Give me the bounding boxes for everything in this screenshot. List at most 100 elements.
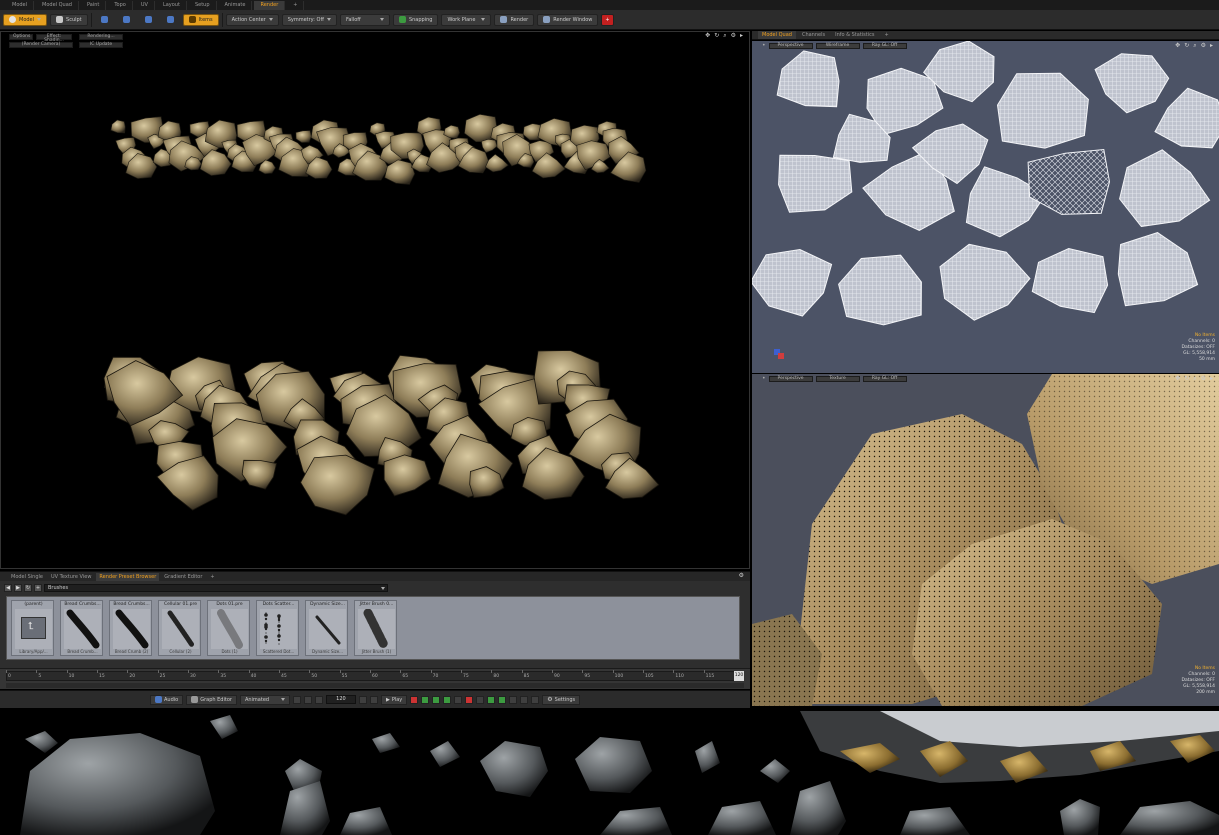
key-icon[interactable] — [531, 695, 540, 704]
viewport-menu-icon[interactable]: • — [762, 375, 766, 382]
right-tab-info-statistics[interactable]: Info & Statistics — [831, 31, 878, 39]
previous-key-icon[interactable] — [303, 695, 312, 704]
right-tab-channels[interactable]: Channels — [798, 31, 829, 39]
render-viewport[interactable]: Options Effect: Shadin... Rendering... (… — [0, 31, 750, 569]
bottom-tab-model-single[interactable]: Model Single — [8, 573, 46, 581]
audio-button[interactable]: Audio — [150, 694, 184, 705]
key-icon[interactable] — [487, 695, 496, 704]
layout-tab-model-quad[interactable]: Model Quad — [36, 0, 79, 10]
work-plane-dropdown[interactable]: Work Plane — [441, 13, 492, 26]
play-button[interactable]: ▶ Play — [380, 694, 408, 705]
rotate-view-icon[interactable]: ↻ — [1184, 42, 1189, 50]
layout-tab-uv[interactable]: UV — [135, 0, 155, 10]
zoom-view-icon[interactable]: ⌕ — [1193, 375, 1196, 383]
layout-tab-model[interactable]: Model — [6, 0, 35, 10]
current-frame-field[interactable]: 120 — [325, 695, 356, 704]
action-center-dropdown[interactable]: Action Center — [225, 13, 279, 26]
layout-tab-setup[interactable]: Setup — [189, 0, 217, 10]
sculpt-mode-button[interactable]: Sculpt — [50, 13, 88, 26]
key-icon[interactable] — [454, 695, 463, 704]
preset-item[interactable]: Dots Scatter... Scattered Dot... — [256, 600, 299, 656]
layout-tab-paint[interactable]: Paint — [81, 0, 107, 10]
refresh-button[interactable]: ↻ — [24, 583, 32, 592]
vertices-select-button[interactable] — [95, 14, 114, 26]
preset-parent-folder[interactable]: (parent) ⮤ Library/App/... — [11, 600, 54, 656]
zoom-view-icon[interactable]: ⌕ — [1193, 42, 1196, 50]
key-icon[interactable] — [443, 695, 452, 704]
animated-dropdown[interactable]: Animated — [239, 694, 290, 705]
key-icon[interactable] — [520, 695, 529, 704]
previous-frame-icon[interactable] — [314, 695, 323, 704]
forward-button[interactable]: ▶ — [14, 583, 22, 592]
preset-item[interactable]: Bread Crumbs... Bread Crumb... — [60, 600, 103, 656]
add-toolbar-button[interactable]: + — [601, 13, 614, 26]
preset-item[interactable]: Cellular 01.pre Cellular (2) — [158, 600, 201, 656]
gear-icon[interactable]: ⚙ — [1201, 375, 1206, 383]
move-view-icon[interactable]: ✥ — [1175, 42, 1180, 50]
add-preset-button[interactable]: + — [34, 583, 42, 592]
shading-dropdown[interactable]: Wireframe — [815, 42, 860, 49]
view-type-dropdown[interactable]: Perspective — [768, 42, 813, 49]
symmetry-dropdown[interactable]: Symmetry: Off — [281, 13, 337, 26]
layout-tab--[interactable]: + — [287, 0, 305, 10]
render-window-button[interactable]: Render Window — [537, 13, 599, 26]
snapping-button[interactable]: Snapping — [392, 13, 439, 26]
model-mode-button[interactable]: Model — [3, 13, 48, 26]
next-key-icon[interactable] — [369, 695, 378, 704]
graph-editor-button[interactable]: Graph Editor — [186, 694, 237, 705]
wireframe-rock-shape — [776, 50, 840, 108]
auto-key-icon[interactable] — [465, 695, 474, 704]
bottom-tab-uv-texture-view[interactable]: UV Texture View — [48, 573, 94, 581]
settings-button[interactable]: ⚙ Settings — [542, 694, 581, 705]
right-tab-model-quad[interactable]: Model Quad — [758, 31, 796, 39]
polygons-select-button[interactable] — [139, 14, 158, 26]
key-icon[interactable] — [498, 695, 507, 704]
rotate-view-icon[interactable]: ↻ — [1184, 375, 1189, 383]
preset-path-dropdown[interactable]: Brushes — [44, 583, 388, 592]
right-tab--[interactable]: + — [881, 31, 893, 39]
key-icon[interactable] — [421, 695, 430, 704]
timeline[interactable]: 120 0 5 10 15 20 25 30 35 40 45 50 55 60 65 70 75 80 85 90… — [0, 668, 750, 689]
key-icon[interactable] — [432, 695, 441, 704]
preset-item[interactable]: Jitter Brush 0... Jitter Brush (1) — [354, 600, 397, 656]
expand-icon[interactable]: ▸ — [1210, 375, 1213, 383]
key-icon[interactable] — [509, 695, 518, 704]
shading-dropdown[interactable]: Texture — [815, 375, 860, 382]
expand-icon[interactable]: ▸ — [1210, 42, 1213, 50]
bottom-tab-render-preset-browser[interactable]: Render Preset Browser — [96, 572, 160, 581]
layout-tab-render[interactable]: Render — [254, 0, 286, 10]
timeline-scrollbar[interactable] — [6, 683, 744, 688]
view-type-dropdown[interactable]: Perspective — [768, 375, 813, 382]
raygl-dropdown[interactable]: Ray GL: Off — [862, 375, 907, 382]
first-frame-icon[interactable] — [292, 695, 301, 704]
key-icon[interactable] — [476, 695, 485, 704]
timeline-tick-label: 80 — [493, 674, 500, 679]
gear-icon[interactable]: ⚙ — [739, 572, 744, 579]
timeline-tick — [643, 670, 644, 673]
preset-item[interactable]: Bread Crumbs... Bread Crumb (2) — [109, 600, 152, 656]
materials-select-button[interactable] — [161, 14, 180, 26]
layout-tab-layout[interactable]: Layout — [157, 0, 187, 10]
bottom-tab-gradient-editor[interactable]: Gradient Editor — [161, 573, 205, 581]
record-icon[interactable] — [410, 695, 419, 704]
falloff-dropdown[interactable]: Falloff — [339, 13, 390, 26]
render-button[interactable]: Render — [494, 13, 535, 26]
next-frame-icon[interactable] — [358, 695, 367, 704]
raygl-dropdown[interactable]: Ray GL: Off — [862, 42, 907, 49]
back-button[interactable]: ◀ — [4, 583, 12, 592]
preset-item[interactable]: Dynamic Size... Dynamic Size... — [305, 600, 348, 656]
texture-viewport[interactable]: • Perspective Texture Ray GL: Off ✥ ↻ ⌕ ⚙ ▸ … — [752, 374, 1219, 706]
items-select-button[interactable]: Items — [182, 13, 219, 26]
polygons-icon — [144, 16, 152, 23]
timeline-end-marker[interactable]: 120 — [734, 671, 744, 681]
timeline-tick-label: 70 — [432, 674, 439, 679]
preset-item[interactable]: Dots 01.pre Dots (1) — [207, 600, 250, 656]
move-view-icon[interactable]: ✥ — [1175, 375, 1180, 383]
wireframe-viewport[interactable]: • Perspective Wireframe Ray GL: Off ✥ ↻ ⌕ ⚙… — [752, 41, 1219, 373]
gear-icon[interactable]: ⚙ — [1201, 42, 1206, 50]
layout-tab-topo[interactable]: Topo — [108, 0, 133, 10]
layout-tab-animate[interactable]: Animate — [219, 0, 253, 10]
viewport-menu-icon[interactable]: • — [762, 42, 766, 49]
bottom-tab--[interactable]: + — [207, 573, 217, 581]
edges-select-button[interactable] — [117, 14, 136, 26]
